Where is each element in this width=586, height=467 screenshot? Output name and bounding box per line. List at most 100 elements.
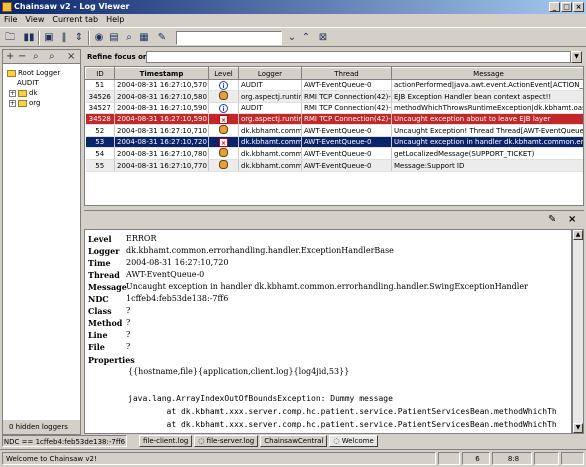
ignore-logger-icon[interactable]: ⌕ [49,51,55,63]
expand-icon[interactable]: + [6,51,14,63]
expand-node-icon[interactable]: + [9,89,16,97]
tree-node-audit[interactable]: AUDIT [7,78,80,88]
minimize-button[interactable]: _ [549,2,560,12]
cell-logger: dk.kbhamt.commo... [238,124,302,137]
close-detail-icon[interactable]: × [568,213,576,227]
find-icon[interactable]: ⌕ [122,31,136,45]
expand-node-icon[interactable]: + [9,99,16,107]
detail-field-value: 2004-08-31 16:27:10,720 [126,258,229,267]
detail-field-value: ERROR [126,234,157,243]
menu-current-tab[interactable]: Current tab [52,14,98,26]
cell-timestamp: 2004-08-31 16:27:10,710 [114,124,209,137]
pause-icon[interactable]: ▮▮ [22,31,36,45]
window-title: Chainsaw v2 - Log Viewer [14,2,130,11]
cell-id: 54 [85,147,115,160]
detail-toggle-icon[interactable]: ▤ [107,31,121,45]
column-header-thread[interactable]: Thread [301,67,392,80]
refine-dropdown-button[interactable]: ▼ [571,51,582,63]
file-open-icon[interactable]: 🗀 [3,31,17,45]
table-row[interactable]: 34526 2004-08-31 16:27:10,580 org.aspectj.… [85,90,583,103]
cell-timestamp: 2004-08-31 16:27:10,590 [114,113,209,125]
warn-level-icon [219,91,228,100]
hidden-loggers-label: 0 hidden loggers [3,420,80,434]
cell-logger: AUDIT [238,79,302,91]
table-row[interactable]: 522004-08-31 16:27:10,710 dk.kbhamt.commo… [85,124,583,137]
tab-file-server[interactable]: ◌ file-server.log [194,435,259,447]
warn-level-icon [219,160,228,169]
scroll-down-button[interactable]: ▼ [573,423,583,433]
print-icon[interactable]: ▣ [42,31,56,45]
table-row[interactable]: 34528 2004-08-31 16:27:10,590 × org.aspectj… [85,113,583,125]
table-row[interactable]: 51 2004-08-31 16:27:10,570 i AUDIT AWT-Event… [85,79,583,91]
detail-field-value: 1cffeb4:feb53de138:-7ff6 [126,294,229,303]
collapse-icon[interactable]: − [18,51,26,63]
cell-thread: AWT-EventQueue-0 [301,136,392,148]
detail-scrollbar[interactable]: ▲ ▼ [572,229,584,434]
cell-message: Uncaught exception in handler dk.kbhamt.… [391,136,583,148]
column-header-message[interactable]: Message [391,67,583,80]
detail-field-value: ? [126,318,131,327]
refine-focus-input[interactable] [146,51,571,63]
app-icon [2,2,12,12]
menu-help[interactable]: Help [106,14,124,26]
maximize-button[interactable]: □ [561,2,572,12]
column-header-level[interactable]: Level [208,67,239,80]
column-header-id[interactable]: ID [85,67,115,80]
cell-id: 55 [85,159,115,172]
close-window-button[interactable]: × [573,2,584,12]
menu-file[interactable]: File [4,14,17,26]
find-previous-icon[interactable]: ⌃ [299,31,313,45]
detail-properties-value: {{hostname,file}{application,client.log}… [128,367,350,376]
cell-level: × [208,136,239,148]
detail-field-method: Method? [88,317,571,329]
cell-thread: AWT-EventQueue-0 [301,124,392,137]
tab-chainsaw-central[interactable]: ChainsawCentral [260,435,328,447]
tab-file-client[interactable]: file-client.log [139,435,193,447]
detail-field-label: Time [88,258,111,268]
detail-properties: Properties [88,355,135,365]
table-row[interactable]: 532004-08-31 16:27:10,720 × dk.kbhamt.comm… [85,136,583,148]
clear-find-icon[interactable]: ⊠ [316,31,330,45]
folder-icon [18,89,27,97]
detail-field-label: Method [88,318,123,328]
cell-logger: dk.kbhamt.commo... [238,147,302,160]
warn-level-icon [219,125,228,134]
cell-thread: RMI TCP Connection(42)-10.... [301,113,392,125]
detail-field-logger: Logger dk.kbhamt.common.errorhandling.han… [88,245,571,257]
menu-view[interactable]: View [25,14,44,26]
scroll-lock-icon[interactable]: ⇕ [72,31,86,45]
column-header-logger[interactable]: Logger [238,67,302,80]
find-next-icon[interactable]: ⌄ [285,31,299,45]
clear-icon[interactable]: ✎ [155,31,169,45]
find-input[interactable] [176,31,282,45]
status-cell-empty-3 [561,452,584,465]
detail-field-value: AWT-EventQueue-0 [126,270,205,279]
tree-node-dk[interactable]: + dk [7,88,80,98]
toolbar: 🗀 ▮▮ ▣ ‖ ⇕ ◉ ▤ ⌕ ▦ ✎ ⌄ ⌃ ⊠ [0,27,586,47]
cell-timestamp: 2004-08-31 16:27:10,770 [114,159,209,172]
table-row[interactable]: 552004-08-31 16:27:10,770 dk.kbhamt.commo… [85,159,583,172]
tab-welcome[interactable]: ◌ Welcome [329,435,378,447]
status-ratio: 8:8 [492,452,532,465]
status-event-count: 6 [462,452,490,465]
pause-tab-icon[interactable]: ‖ [57,31,71,45]
filter-icon[interactable]: ▦ [137,31,151,45]
focus-icon[interactable]: ◉ [92,31,106,45]
cell-id: 52 [85,124,115,137]
detail-field-label: File [88,342,105,352]
close-pane-icon[interactable]: × [67,51,75,63]
cell-logger: org.aspectj.runtim... [238,113,302,125]
cell-level [208,124,239,137]
tree-node-org[interactable]: + org [7,98,80,108]
cell-message: Message:Support ID [391,159,583,172]
focus-logger-icon[interactable]: ⌕ [33,51,39,63]
event-detail-pane: Level ERROR Logger dk.kbhamt.common.errorha… [84,229,572,434]
table-row[interactable]: 542004-08-31 16:27:10,780 dk.kbhamt.commo… [85,147,583,160]
scroll-up-button[interactable]: ▲ [573,230,583,240]
tree-node-root[interactable]: Root Logger [7,68,80,78]
detail-field-file: File? [88,341,571,353]
logger-tree: Root Logger AUDIT + dk + org [3,64,80,108]
column-header-timestamp[interactable]: Timestamp [114,67,209,80]
table-row[interactable]: 34527 2004-08-31 16:27:10,590 i AUDIT RMI TC… [85,102,583,114]
edit-detail-icon[interactable]: ✎ [548,213,556,227]
